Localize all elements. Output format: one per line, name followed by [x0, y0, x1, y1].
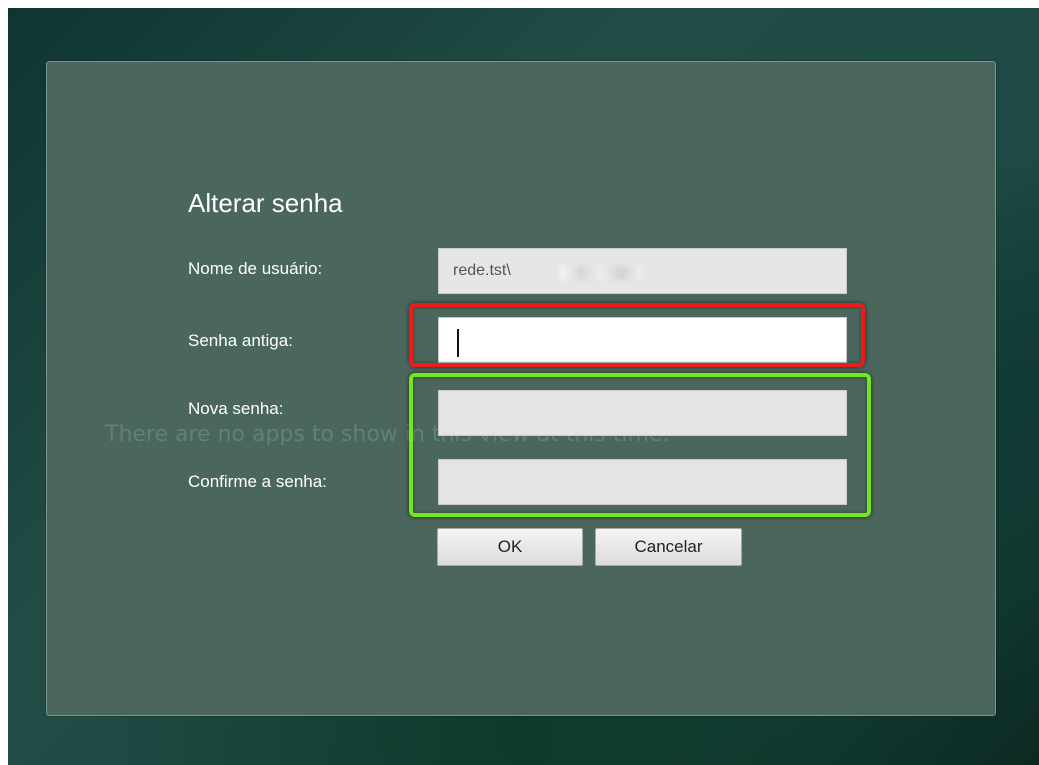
old-password-label: Senha antiga:	[188, 331, 293, 350]
ok-button[interactable]: OK	[437, 528, 583, 566]
redacted-username	[560, 266, 642, 280]
dialog-title: Alterar senha	[188, 188, 343, 218]
old-password-highlight	[409, 303, 865, 367]
cancel-button[interactable]: Cancelar	[595, 528, 742, 566]
new-password-highlight	[409, 373, 871, 517]
username-label: Nome de usuário:	[188, 259, 323, 278]
new-password-label: Nova senha:	[188, 399, 284, 418]
username-field[interactable]	[438, 248, 847, 294]
confirm-password-label: Confirme a senha:	[188, 472, 327, 491]
